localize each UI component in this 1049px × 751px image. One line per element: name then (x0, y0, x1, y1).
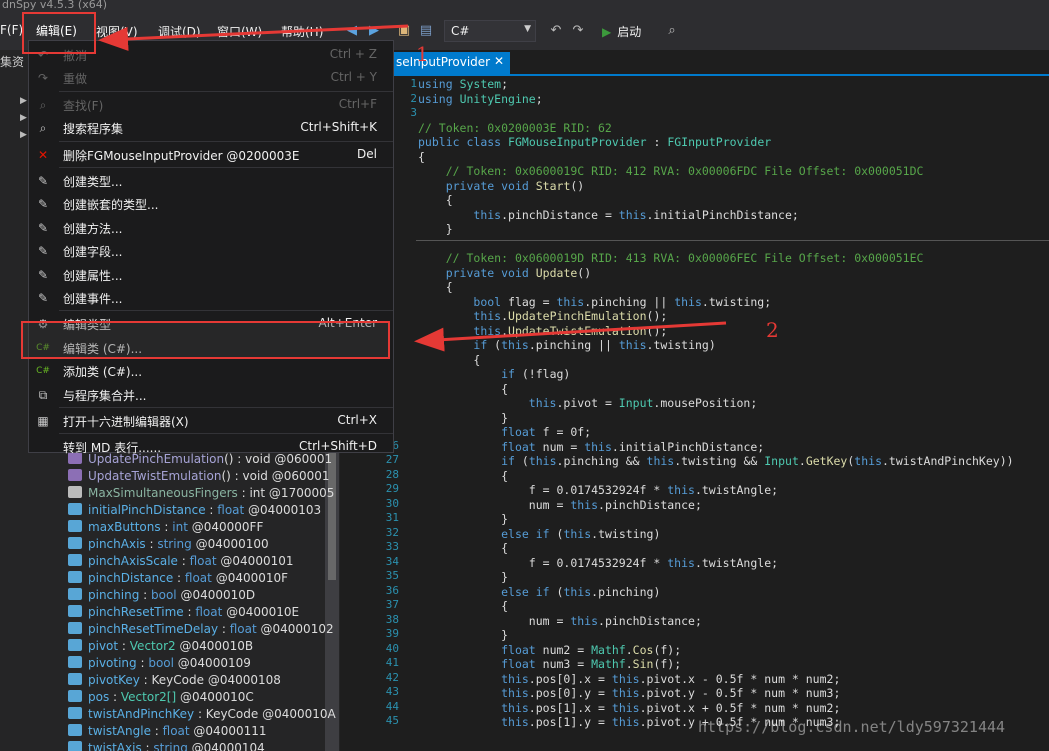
arrow-2 (414, 321, 727, 352)
arrow-1 (98, 24, 409, 51)
annotation-1: 1 (416, 42, 429, 66)
annotation-2: 2 (766, 318, 779, 342)
annotation-arrows (98, 24, 727, 352)
watermark: https://blog.csdn.net/ldy597321444 (698, 718, 1006, 736)
